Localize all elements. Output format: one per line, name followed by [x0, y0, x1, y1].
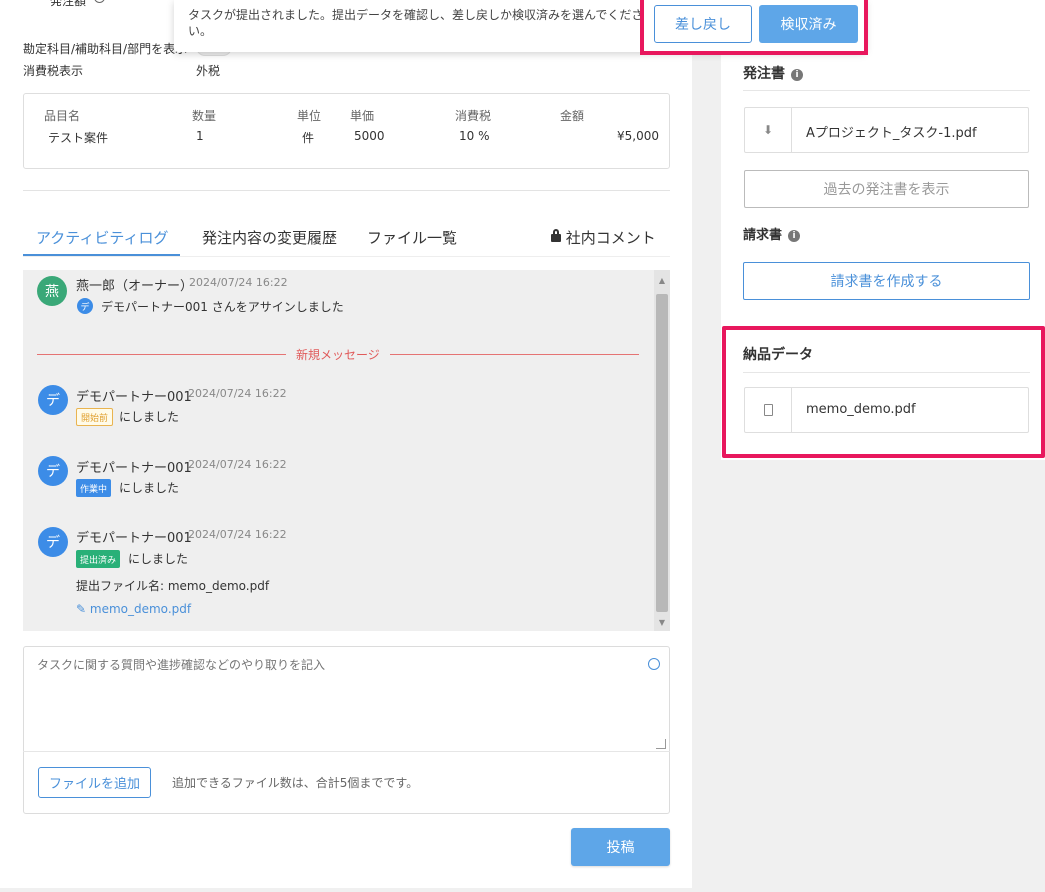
scroll-up-icon[interactable]: ▲: [654, 272, 670, 288]
log-message: にしました: [119, 481, 180, 495]
log-message: デモパートナー001 さんをアサインしました: [101, 300, 344, 314]
cell-price: 5000: [354, 129, 385, 143]
file-limit-note: 追加できるファイル数は、合計5個までです。: [172, 776, 419, 790]
create-invoice-button[interactable]: 請求書を作成する: [743, 262, 1030, 300]
notice-message: タスクが提出されました。提出データを確認し、差し戻しか検収済みを選んでください。: [188, 8, 644, 38]
tab-internal-comment-label: 社内コメント: [565, 229, 656, 247]
reject-button[interactable]: 差し戻し: [654, 5, 752, 43]
scroll-down-icon[interactable]: ▼: [654, 614, 670, 630]
log-author: デモパートナー001: [76, 531, 192, 546]
log-author: 燕一郎（オーナー）: [76, 279, 194, 294]
cell-tax: 10 %: [459, 129, 490, 143]
col-header-amount: 金額: [560, 109, 585, 123]
purchase-order-title-label: 発注書: [743, 66, 785, 82]
mini-avatar: デ: [77, 298, 93, 314]
log-timestamp: 2024/07/24 16:22: [188, 458, 287, 471]
status-badge: 提出済み: [76, 550, 121, 568]
cell-amount: ¥5,000: [617, 129, 659, 143]
col-header-item: 品目名: [44, 109, 81, 123]
past-orders-button[interactable]: 過去の発注書を表示: [744, 170, 1029, 208]
tax-display-value: 外税: [196, 64, 221, 78]
log-message: にしました: [119, 410, 180, 424]
col-header-tax: 消費税: [455, 109, 492, 123]
tax-display-label: 消費税表示: [23, 64, 84, 78]
status-badge: 作業中: [76, 479, 112, 497]
purchase-order-file-name: Aプロジェクト_タスク-1.pdf: [806, 126, 977, 141]
purchase-order-file[interactable]: ⬇ Aプロジェクト_タスク-1.pdf: [744, 107, 1029, 153]
invoice-title: 請求書 i: [743, 224, 801, 243]
cell-qty: 1: [196, 129, 204, 143]
log-scrollbar-thumb[interactable]: [656, 294, 668, 612]
add-file-button[interactable]: ファイルを追加: [38, 767, 151, 798]
avatar: デ: [38, 527, 68, 557]
order-amount-label: 発注額: [50, 0, 87, 8]
tab-file-list[interactable]: ファイル一覧: [367, 227, 457, 248]
info-icon[interactable]: i: [788, 230, 801, 242]
active-tab-indicator: [23, 254, 180, 256]
log-message: にしました: [128, 552, 189, 566]
avatar: デ: [38, 456, 68, 486]
purchase-order-title: 発注書 i: [743, 63, 803, 83]
tab-activity-log[interactable]: アクティビティログ: [36, 227, 168, 248]
col-header-qty: 数量: [192, 109, 217, 123]
lock-icon: [551, 229, 561, 242]
col-header-price: 単価: [350, 109, 375, 123]
invoice-title-label: 請求書: [743, 228, 783, 243]
post-button[interactable]: 投稿: [571, 828, 670, 866]
log-timestamp: 2024/07/24 16:22: [188, 387, 287, 400]
info-icon[interactable]: i: [791, 69, 803, 81]
download-icon[interactable]: ⬇: [745, 108, 792, 152]
avatar: 燕: [37, 276, 67, 306]
items-table: [23, 93, 670, 169]
resize-handle[interactable]: [656, 739, 666, 749]
cell-unit: 件: [302, 131, 315, 145]
log-timestamp: 2024/07/24 16:22: [188, 528, 287, 541]
new-message-divider-right: [390, 354, 639, 355]
accept-button[interactable]: 検収済み: [759, 5, 858, 43]
col-header-unit: 単位: [297, 109, 322, 123]
avatar: デ: [38, 385, 68, 415]
attachment-link[interactable]: ✎ memo_demo.pdf: [76, 602, 191, 616]
submitted-file-line: 提出ファイル名: memo_demo.pdf: [76, 579, 270, 593]
section-rule: [743, 90, 1030, 91]
log-author: デモパートナー001: [76, 390, 192, 405]
account-display-label: 勘定科目/補助科目/部門を表示: [23, 42, 188, 56]
paperclip-icon: ✎: [76, 602, 87, 616]
new-message-divider-left: [37, 354, 286, 355]
section-divider: [23, 190, 670, 191]
log-timestamp: 2024/07/24 16:22: [189, 276, 288, 289]
tab-internal-comment[interactable]: 社内コメント: [551, 227, 656, 248]
status-badge: 開始前: [76, 408, 114, 426]
log-author: デモパートナー001: [76, 461, 192, 476]
tab-change-history[interactable]: 発注内容の変更履歴: [202, 227, 337, 248]
cell-item-name: テスト案件: [48, 131, 109, 145]
new-message-label: 新規メッセージ: [296, 348, 380, 362]
comment-input[interactable]: [23, 646, 670, 752]
emoji-icon[interactable]: [648, 658, 660, 670]
tab-bar-line: [23, 256, 670, 257]
attachment-link-label: memo_demo.pdf: [89, 602, 192, 616]
delivery-highlight: [722, 326, 1045, 458]
